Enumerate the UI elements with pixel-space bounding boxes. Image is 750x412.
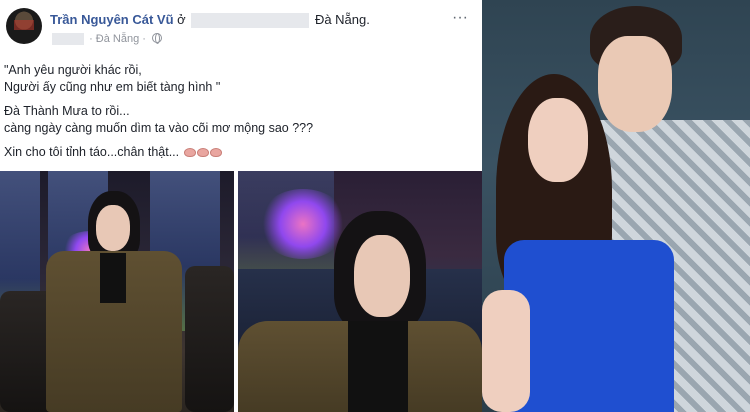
brain-emoji-icon — [183, 148, 196, 157]
redacted-timestamp — [52, 33, 84, 46]
woman-arm — [482, 290, 530, 412]
post-line-5-text: Xin cho tôi tỉnh táo...chân thật... — [4, 145, 180, 159]
brain-emoji-icon — [196, 148, 209, 157]
more-options-icon[interactable]: ··· — [452, 9, 468, 27]
author-name-link[interactable]: Trần Nguyên Cát Vũ — [50, 12, 174, 27]
man-face — [598, 36, 672, 132]
post-photo-1[interactable] — [0, 171, 234, 412]
author-avatar[interactable] — [6, 8, 42, 44]
post-line-1: "Anh yêu người khác rồi, — [4, 63, 142, 77]
post-line-2: Người ấy cũng như em biết tàng hình " — [4, 80, 221, 94]
post-photo-2[interactable] — [238, 171, 482, 412]
post-text: "Anh yêu người khác rồi, Người ấy cũng n… — [4, 62, 474, 161]
at-word: ở — [177, 12, 186, 27]
post-header-line: Trần Nguyên Cát Vũ ở Đà Nẵng. — [50, 12, 370, 29]
post-line-3: Đà Thành Mưa to rồi... — [4, 104, 130, 118]
post-meta-line: · Đà Nẵng · — [50, 33, 163, 46]
location-city-link[interactable]: Đà Nẵng. — [315, 12, 370, 27]
woman-face — [528, 98, 588, 182]
meta-separator: · — [89, 33, 93, 45]
brain-emoji-icon — [209, 148, 222, 157]
couple-photo — [482, 0, 750, 412]
post-line-5: Xin cho tôi tỉnh táo...chân thật... — [4, 144, 474, 161]
meta-separator: · — [142, 33, 146, 45]
globe-icon[interactable] — [152, 33, 163, 44]
post-line-4: càng ngày càng muốn dìm ta vào cõi mơ mộ… — [4, 121, 314, 135]
facebook-post: Trần Nguyên Cát Vũ ở Đà Nẵng. · Đà Nẵng … — [0, 0, 482, 412]
meta-city[interactable]: Đà Nẵng — [96, 33, 139, 45]
redacted-location — [191, 13, 310, 29]
